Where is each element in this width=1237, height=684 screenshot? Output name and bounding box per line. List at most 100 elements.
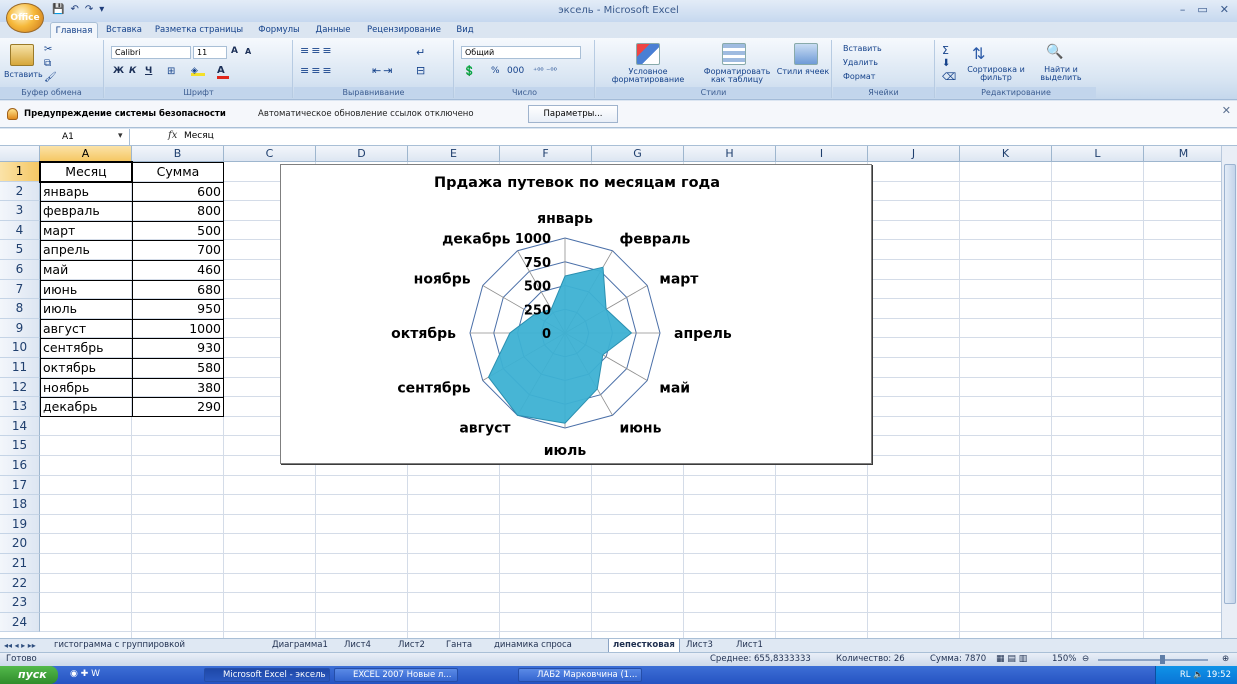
italic-button[interactable]: К bbox=[129, 65, 136, 78]
header-cell-sum[interactable]: Сумма bbox=[135, 162, 221, 181]
sheet-tab[interactable]: Лист3 bbox=[686, 639, 713, 653]
paste-icon[interactable] bbox=[10, 44, 34, 66]
cell-month[interactable]: август bbox=[43, 319, 129, 338]
sheet-tab[interactable]: динамика спроса bbox=[494, 639, 572, 653]
align-top-icons[interactable]: ≡≡≡ bbox=[300, 44, 334, 57]
options-button[interactable]: Параметры... bbox=[528, 105, 618, 123]
row-header[interactable]: 6 bbox=[0, 260, 40, 280]
cell-sum[interactable]: 700 bbox=[135, 240, 221, 259]
cell-sum[interactable]: 460 bbox=[135, 260, 221, 279]
insert-cells-button[interactable]: Вставить bbox=[843, 44, 882, 53]
indent-icons[interactable]: ⇤⇥ bbox=[372, 64, 394, 77]
column-header-k[interactable]: K bbox=[960, 146, 1052, 162]
zoom-out-icon[interactable]: ⊖ bbox=[1082, 654, 1089, 664]
wrap-text-icon[interactable]: ↵ bbox=[416, 46, 425, 59]
bold-button[interactable]: Ж bbox=[113, 65, 124, 78]
row-header[interactable]: 18 bbox=[0, 495, 40, 515]
taskbar-item-excel[interactable]: Microsoft Excel - эксель bbox=[204, 668, 330, 682]
column-header-g[interactable]: G bbox=[592, 146, 684, 162]
format-as-table-icon[interactable] bbox=[722, 43, 746, 65]
thousands-button[interactable]: 000 bbox=[507, 66, 524, 76]
cell-month[interactable]: ноябрь bbox=[43, 378, 129, 397]
fill-color-icon[interactable]: ◈ bbox=[191, 66, 205, 76]
row-header[interactable]: 17 bbox=[0, 475, 40, 496]
conditional-format-button[interactable]: Условное форматирование bbox=[600, 68, 696, 84]
find-icon[interactable]: 🔍 bbox=[1046, 44, 1063, 60]
taskbar-item-lab2[interactable]: ЛАБ2 Марковчина (1... bbox=[518, 668, 642, 682]
column-header-i[interactable]: I bbox=[776, 146, 868, 162]
sheet-nav-icons[interactable]: ◂◂ ◂ ▸ ▸▸ bbox=[4, 639, 36, 653]
format-cells-button[interactable]: Формат bbox=[843, 72, 875, 81]
row-header[interactable]: 14 bbox=[0, 416, 40, 437]
cell-month[interactable]: январь bbox=[43, 182, 129, 201]
conditional-format-icon[interactable] bbox=[636, 43, 660, 65]
font-color-icon[interactable]: A bbox=[217, 65, 229, 79]
column-header-m[interactable]: M bbox=[1144, 146, 1221, 162]
merge-cells-icon[interactable]: ⊟ bbox=[416, 64, 425, 77]
row-header[interactable]: 23 bbox=[0, 593, 40, 613]
name-box-dropdown-icon[interactable]: ▾ bbox=[118, 131, 123, 141]
cell-sum[interactable]: 930 bbox=[135, 338, 221, 357]
row-header[interactable]: 1 bbox=[0, 162, 40, 182]
sheet-tab[interactable]: Лист2 bbox=[398, 639, 425, 653]
language-indicator[interactable]: RL bbox=[1180, 670, 1191, 680]
cell-sum[interactable]: 600 bbox=[135, 182, 221, 201]
undo-icon[interactable]: ↶ bbox=[70, 4, 78, 18]
tab-view[interactable]: Вид bbox=[452, 22, 478, 39]
row-header[interactable]: 9 bbox=[0, 318, 40, 339]
cell-month[interactable]: октябрь bbox=[43, 358, 129, 377]
column-header-h[interactable]: H bbox=[684, 146, 776, 162]
row-header[interactable]: 10 bbox=[0, 338, 40, 358]
scrollbar-thumb[interactable] bbox=[1224, 164, 1236, 604]
zoom-slider[interactable] bbox=[1098, 659, 1208, 661]
tab-page-layout[interactable]: Разметка страницы bbox=[150, 22, 248, 39]
name-box[interactable]: A1 bbox=[0, 129, 130, 146]
row-header[interactable]: 22 bbox=[0, 573, 40, 594]
row-header[interactable]: 12 bbox=[0, 377, 40, 398]
vertical-scrollbar[interactable] bbox=[1221, 146, 1237, 638]
zoom-in-icon[interactable]: ⊕ bbox=[1222, 654, 1229, 664]
column-header-j[interactable]: J bbox=[868, 146, 960, 162]
row-header[interactable]: 16 bbox=[0, 456, 40, 476]
row-header[interactable]: 3 bbox=[0, 201, 40, 221]
tab-insert[interactable]: Вставка bbox=[102, 22, 146, 39]
view-buttons-icons[interactable]: ▦ ▤ ▥ bbox=[996, 654, 1027, 664]
row-header[interactable]: 21 bbox=[0, 554, 40, 574]
decimal-icons[interactable]: ⁺⁰⁰ ⁻⁰⁰ bbox=[533, 66, 557, 75]
select-all-corner[interactable] bbox=[0, 146, 40, 162]
cell-month[interactable]: июль bbox=[43, 299, 129, 318]
sheet-tab[interactable]: Лист4 bbox=[344, 639, 371, 653]
sheet-tab[interactable]: Диаграмма1 bbox=[272, 639, 328, 653]
start-button[interactable]: пуск bbox=[0, 666, 58, 684]
clear-icon[interactable]: ⌫ bbox=[942, 72, 956, 83]
sort-filter-icon[interactable]: ⇅ bbox=[972, 44, 985, 63]
cell-sum[interactable]: 1000 bbox=[135, 319, 221, 338]
borders-icon[interactable]: ⊞ bbox=[167, 66, 175, 77]
radar-chart[interactable]: Прдажа путевок по месяцам года 0 250 500 75… bbox=[280, 164, 872, 464]
close-button[interactable]: ✕ bbox=[1220, 3, 1229, 16]
save-icon[interactable]: 💾 bbox=[52, 4, 64, 18]
cell-sum[interactable]: 680 bbox=[135, 280, 221, 299]
quick-launch-icons[interactable]: ◉ ✚ W bbox=[70, 669, 100, 679]
cell-month[interactable]: февраль bbox=[43, 201, 129, 220]
row-header[interactable]: 11 bbox=[0, 358, 40, 378]
align-left-icons[interactable]: ≡≡≡ bbox=[300, 64, 334, 77]
row-header[interactable]: 20 bbox=[0, 534, 40, 554]
cell-sum[interactable]: 500 bbox=[135, 221, 221, 240]
sort-filter-button[interactable]: Сортировка и фильтр bbox=[962, 66, 1030, 82]
cell-month[interactable]: апрель bbox=[43, 240, 129, 259]
zoom-level[interactable]: 150% bbox=[1052, 654, 1076, 664]
tab-data[interactable]: Данные bbox=[310, 22, 356, 39]
cell-sum[interactable]: 380 bbox=[135, 378, 221, 397]
autosum-button[interactable]: Σ bbox=[942, 44, 949, 57]
column-header-b[interactable]: B bbox=[132, 146, 224, 162]
minimize-button[interactable]: – bbox=[1180, 3, 1186, 16]
formula-input[interactable]: Месяц bbox=[184, 131, 214, 141]
format-as-table-button[interactable]: Форматировать как таблицу bbox=[700, 68, 774, 84]
percent-button[interactable]: % bbox=[491, 66, 500, 76]
row-header[interactable]: 24 bbox=[0, 612, 40, 633]
sheet-tab[interactable]: гистограмма с группировкой bbox=[54, 639, 185, 653]
font-name-input[interactable]: Calibri bbox=[111, 46, 191, 59]
header-cell-month[interactable]: Месяц bbox=[43, 162, 129, 181]
cell-month[interactable]: март bbox=[43, 221, 129, 240]
